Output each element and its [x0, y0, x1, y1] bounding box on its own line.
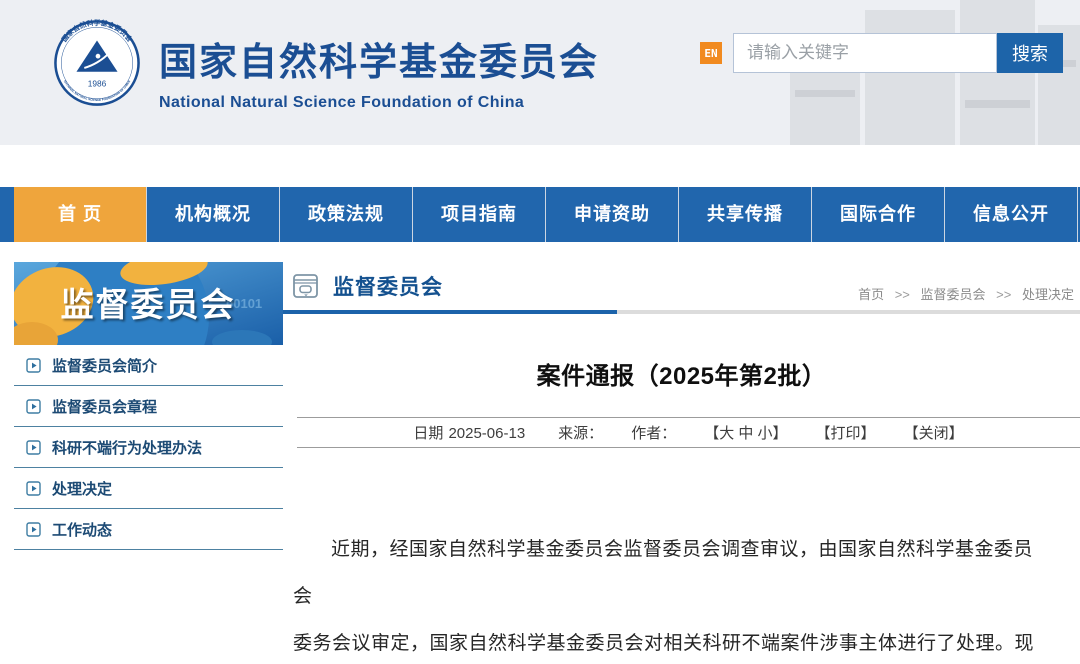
print-button[interactable]: 【打印】: [816, 422, 876, 443]
sidebar-item-label: 监督委员会章程: [52, 398, 158, 416]
sidebar-item-misconduct-measures[interactable]: 科研不端行为处理办法: [14, 427, 283, 468]
sidebar-item-work-news[interactable]: 工作动态: [14, 509, 283, 550]
sidebar-item-label: 科研不端行为处理办法: [52, 439, 203, 457]
breadcrumb-home[interactable]: 首页: [858, 287, 884, 302]
sidebar-item-committee-charter[interactable]: 监督委员会章程: [14, 386, 283, 427]
article-title: 案件通报（2025年第2批）: [536, 363, 827, 390]
nav-item-international[interactable]: 国际合作: [812, 187, 945, 242]
article-body-line: 近期，经国家自然科学基金委员会监督委员会调查审议，由国家自然科学基金委员会: [293, 539, 1034, 607]
play-square-icon: [26, 480, 41, 496]
breadcrumb-current: 处理决定: [1021, 287, 1074, 302]
nav-item-information[interactable]: 信息公开: [945, 187, 1078, 242]
search-button[interactable]: 搜索: [997, 33, 1063, 73]
play-square-icon: [26, 439, 41, 455]
sidebar-item-handling-decisions[interactable]: 处理决定: [14, 468, 283, 509]
notebook-icon: [293, 274, 318, 298]
nav-item-policies[interactable]: 政策法规: [280, 187, 413, 242]
search-area: EN 搜索: [700, 33, 1063, 73]
section-divider: [283, 310, 1080, 314]
sidebar-item-label: 处理决定: [52, 480, 113, 498]
breadcrumb: 首页 >> 监督委员会 >> 处理决定: [858, 284, 1080, 310]
article-body-line: 委务会议审定，国家自然科学基金委员会对相关科研不端案件涉事主体进行了处理。现根: [293, 633, 1035, 654]
article-meta-bar: 日期 2025-06-13 来源： 作者： 【大 中 小】 【打印】 【关闭】: [297, 417, 1080, 448]
source-label: 来源：: [558, 425, 604, 442]
logo-year-text: 1986: [88, 78, 107, 88]
supervisory-committee-banner: 00101 监督委员会: [14, 262, 283, 345]
sidebar-item-label: 监督委员会简介: [52, 357, 158, 375]
nav-item-organization[interactable]: 机构概况: [147, 187, 280, 242]
section-title: 监督委员会: [333, 276, 443, 299]
banner-title: 监督委员会: [61, 286, 236, 323]
sidebar: 00101 监督委员会 监督委员会简介 监督委员会章程 科研不端行为处理办法 处…: [14, 262, 283, 664]
nav-item-home[interactable]: 首 页: [14, 187, 147, 242]
main-navigation: 首 页 机构概况 政策法规 项目指南 申请资助 共享传播 国际合作 信息公开: [0, 187, 1080, 242]
play-square-icon: [26, 521, 41, 537]
search-input[interactable]: [733, 33, 997, 73]
author-label: 作者：: [631, 425, 677, 442]
date-value: 2025-06-13: [448, 425, 526, 442]
sidebar-menu: 监督委员会简介 监督委员会章程 科研不端行为处理办法 处理决定 工作动态: [14, 345, 283, 550]
nav-item-program-guide[interactable]: 项目指南: [413, 187, 546, 242]
breadcrumb-separator: >>: [996, 287, 1012, 302]
article-date: 日期 2025-06-13: [413, 422, 530, 443]
sidebar-item-label: 工作动态: [52, 521, 113, 539]
font-size-control[interactable]: 【大 中 小】: [704, 422, 787, 443]
breadcrumb-separator: >>: [894, 287, 910, 302]
site-title: 国家自然科学基金委员会: [159, 42, 600, 84]
breadcrumb-supervisory-committee[interactable]: 监督委员会: [921, 287, 986, 302]
sidebar-item-committee-intro[interactable]: 监督委员会简介: [14, 345, 283, 386]
nav-item-sharing[interactable]: 共享传播: [679, 187, 812, 242]
play-square-icon: [26, 398, 41, 414]
nsfc-logo-seal[interactable]: 国家自然科学基金委员会 NATIONAL NATURAL SCIENCE FOU…: [53, 19, 141, 107]
site-subtitle: National Natural Science Foundation of C…: [159, 94, 525, 111]
nav-item-funding[interactable]: 申请资助: [546, 187, 679, 242]
article-body: 近期，经国家自然科学基金委员会监督委员会调查审议，由国家自然科学基金委员会 委务…: [293, 526, 1045, 664]
play-square-icon: [26, 357, 41, 373]
close-button[interactable]: 【关闭】: [904, 422, 964, 443]
date-label: 日期: [413, 425, 444, 442]
english-version-button[interactable]: EN: [700, 42, 722, 64]
main-content: 监督委员会 首页 >> 监督委员会 >> 处理决定 案件通报（2025年第2批）…: [283, 262, 1080, 664]
site-header: 国家自然科学基金委员会 NATIONAL NATURAL SCIENCE FOU…: [0, 0, 1080, 145]
